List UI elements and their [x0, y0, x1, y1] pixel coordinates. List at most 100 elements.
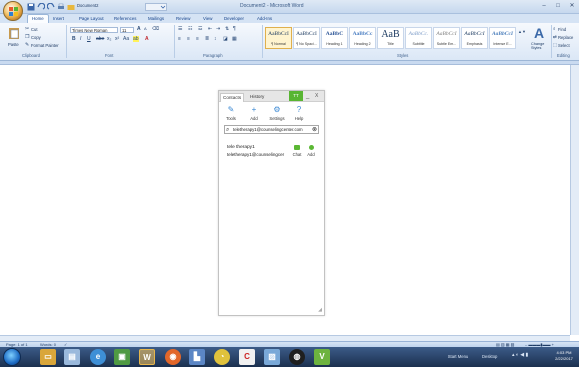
tab-contacts[interactable]: Contacts	[220, 93, 245, 102]
maximize-window-button[interactable]: □	[551, 2, 565, 11]
firefox-icon[interactable]: ◉	[165, 349, 181, 365]
tab-view[interactable]: View	[203, 15, 212, 23]
subscript-icon[interactable]: x₂	[107, 36, 111, 42]
tab-history[interactable]: History	[248, 93, 266, 102]
clear-search-icon[interactable]: ⊗	[312, 126, 317, 134]
browser-icon[interactable]: e	[90, 349, 106, 365]
cut-icon[interactable]: ✂	[25, 26, 29, 32]
sort-icon[interactable]: ⇅	[225, 26, 229, 32]
chrome-icon[interactable]: ◔	[214, 349, 230, 365]
bullets-icon[interactable]: ☰	[178, 26, 182, 32]
style-intense-emphasis[interactable]: AaBbCcI Intense E...	[489, 27, 516, 49]
replace-icon[interactable]: ⇄	[553, 34, 557, 40]
redo-icon[interactable]	[47, 3, 55, 11]
copy-icon[interactable]: ❐	[25, 34, 29, 40]
font-name-select[interactable]: Times New Roman	[70, 27, 118, 33]
copy-button[interactable]: Copy	[31, 35, 41, 40]
vertical-scrollbar[interactable]	[570, 65, 579, 335]
superscript-icon[interactable]: x²	[115, 36, 119, 42]
tab-home[interactable]: Home	[27, 14, 49, 23]
tab-review[interactable]: Review	[176, 15, 190, 23]
style-heading-2[interactable]: AaBbCc Heading 2	[349, 27, 376, 49]
line-spacing-icon[interactable]: ↕	[214, 36, 217, 42]
highlight-icon[interactable]: ab	[133, 36, 139, 42]
decrease-indent-icon[interactable]: ⇤	[208, 26, 212, 32]
user-badge[interactable]: TT	[289, 91, 303, 101]
open-folder-icon[interactable]	[67, 3, 75, 11]
print-icon[interactable]	[57, 3, 65, 11]
add-contact-button[interactable]: Add	[305, 145, 317, 157]
tab-references[interactable]: References	[114, 15, 136, 23]
v-tool-icon[interactable]: V	[314, 349, 330, 365]
tab-insert[interactable]: Insert	[53, 15, 64, 23]
bold-icon[interactable]: B	[72, 36, 76, 42]
widget-minimize-button[interactable]: _	[306, 92, 309, 100]
paste-icon[interactable]	[7, 26, 21, 40]
format-painter-icon[interactable]: ✎	[25, 42, 29, 48]
close-window-button[interactable]: ✕	[565, 2, 579, 11]
settings-button[interactable]: ⚙ Settings	[267, 105, 287, 121]
increase-indent-icon[interactable]: ⇥	[216, 26, 220, 32]
tray-icons[interactable]: ▴ ◐ ◀ ▮	[512, 352, 528, 358]
style-emphasis[interactable]: AaBbCcI Emphasis	[461, 27, 488, 49]
resize-grip-icon[interactable]: ◢	[318, 307, 322, 313]
photos-icon[interactable]: ▨	[264, 349, 280, 365]
tab-page-layout[interactable]: Page Layout	[79, 15, 104, 23]
find-icon[interactable]: ⌕	[553, 26, 556, 31]
media-icon[interactable]: ▣	[114, 349, 130, 365]
align-center-icon[interactable]: ≡	[187, 36, 190, 42]
style-heading-1[interactable]: AaBbC Heading 1	[321, 27, 348, 49]
change-styles-icon[interactable]: A	[534, 25, 544, 41]
office-button[interactable]	[3, 1, 23, 21]
style-subtle-emphasis[interactable]: AaBbCcI Subtle Em...	[433, 27, 460, 49]
show-formatting-icon[interactable]: ¶	[233, 26, 236, 32]
numbering-icon[interactable]: ☷	[188, 26, 192, 32]
font-color-icon[interactable]: A	[145, 36, 149, 42]
style-normal[interactable]: AaBbCcI ¶ Normal	[265, 27, 292, 49]
borders-icon[interactable]: ▦	[232, 36, 237, 42]
change-case-icon[interactable]: Aa	[123, 36, 129, 42]
cut-button[interactable]: Cut	[31, 27, 38, 32]
justify-icon[interactable]: ≣	[205, 36, 209, 42]
select-icon[interactable]: ⬚	[553, 42, 557, 48]
change-styles-button[interactable]: Change Styles	[531, 42, 549, 50]
start-button[interactable]	[3, 348, 21, 366]
shading-icon[interactable]: ◪	[223, 36, 228, 42]
word-icon[interactable]: W	[139, 349, 155, 365]
dark-app-icon[interactable]: ◍	[289, 349, 305, 365]
style-title[interactable]: AaB Title	[377, 27, 404, 49]
undo-icon[interactable]	[37, 3, 45, 11]
start-menu-toolbar[interactable]: Start Menu	[440, 351, 476, 363]
font-size-select[interactable]: 11	[120, 27, 134, 33]
contact-search-input[interactable]: ⌕ teletherapy1@counselingcenter.com ⊗	[224, 125, 319, 134]
align-left-icon[interactable]: ≡	[178, 36, 181, 42]
help-button[interactable]: ? Help	[289, 105, 309, 121]
style-subtitle[interactable]: AaBbCc. Subtitle	[405, 27, 432, 49]
align-right-icon[interactable]: ≡	[196, 36, 199, 42]
tab-developer[interactable]: Developer	[224, 15, 244, 23]
tab-add-ins[interactable]: Add-Ins	[257, 15, 272, 23]
file-explorer-icon[interactable]: ▭	[40, 349, 56, 365]
styles-scroll-icon[interactable]: ▲▼	[518, 29, 526, 34]
customize-quick-access-icon[interactable]	[145, 3, 167, 11]
clock[interactable]: 4:03 PM 2/22/2017	[551, 350, 577, 362]
ccleaner-icon[interactable]: C	[239, 349, 255, 365]
italic-icon[interactable]: I	[80, 36, 81, 42]
save-icon[interactable]	[27, 3, 35, 11]
underline-icon[interactable]: U	[87, 36, 91, 42]
style-no-spacing[interactable]: AaBbCcI ¶ No Spaci...	[293, 27, 320, 49]
clear-formatting-icon[interactable]: ⌫	[152, 26, 159, 32]
grow-font-icon[interactable]: A	[137, 26, 141, 32]
tools-button[interactable]: ✎ Tools	[221, 105, 241, 121]
find-button[interactable]: Find	[558, 27, 566, 32]
paste-label[interactable]: Paste	[8, 42, 19, 47]
tab-mailings[interactable]: Mailings	[148, 15, 164, 23]
format-painter-button[interactable]: Format Painter	[31, 43, 59, 48]
contact-name[interactable]: tele therapy1	[227, 145, 255, 150]
widget-close-button[interactable]: X	[315, 92, 318, 100]
select-button[interactable]: Select	[558, 43, 570, 48]
add-button[interactable]: + Add	[244, 105, 264, 121]
replace-button[interactable]: Replace	[558, 35, 573, 40]
document-icon[interactable]: ▤	[64, 349, 80, 365]
desktop-toolbar[interactable]: Desktop	[482, 351, 497, 363]
